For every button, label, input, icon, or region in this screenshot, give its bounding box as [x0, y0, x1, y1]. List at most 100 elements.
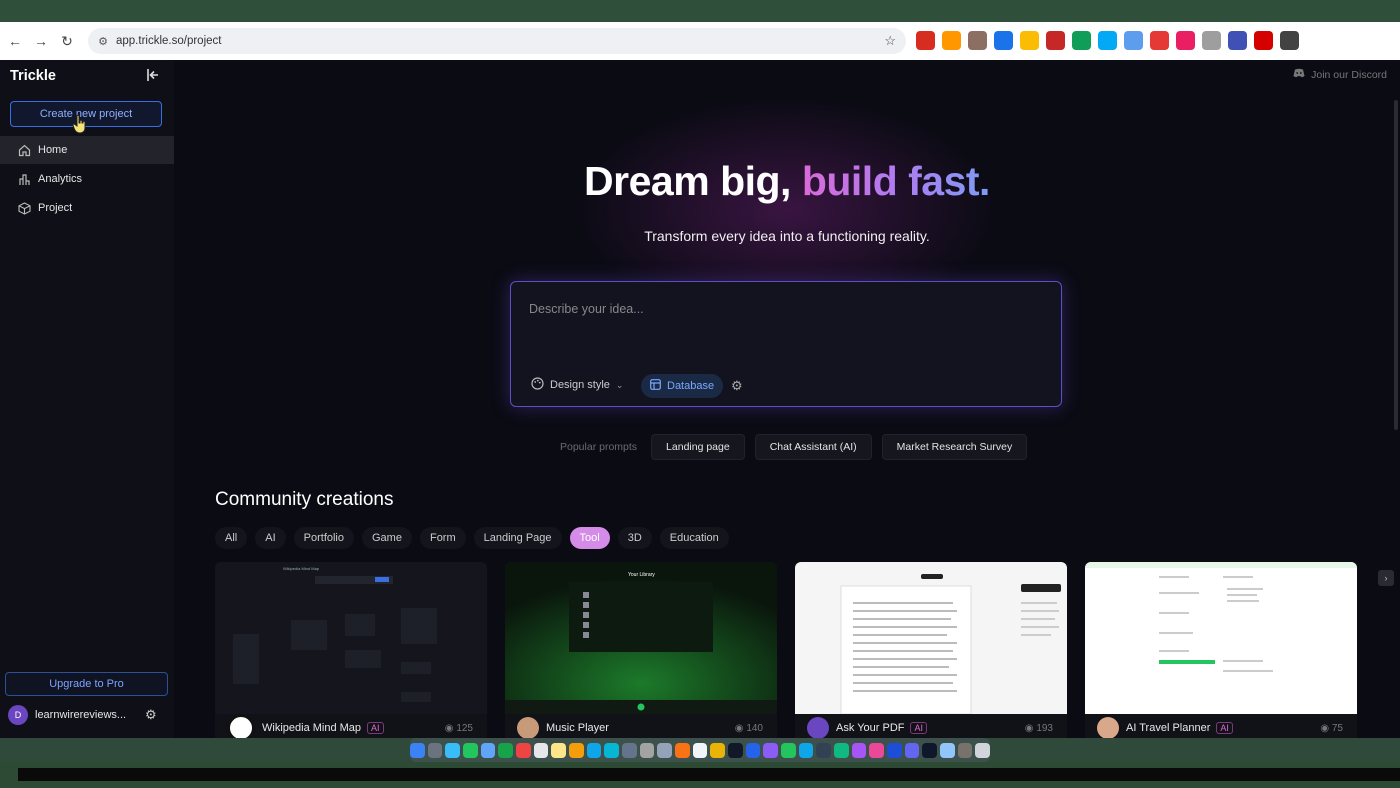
dock-app-29-icon[interactable] — [904, 742, 920, 758]
database-toggle[interactable]: Database — [641, 374, 724, 398]
site-info-icon[interactable]: ⚙ — [96, 34, 110, 48]
join-discord-link[interactable]: Join our Discord — [1293, 68, 1387, 81]
dock-app-16-icon[interactable] — [675, 742, 690, 758]
address-bar[interactable]: ⚙ app.trickle.so/project ☆ — [88, 28, 906, 54]
design-style-dropdown[interactable]: Design style ⌄ — [531, 377, 623, 393]
view-count-value: 193 — [1036, 723, 1053, 734]
dock-app-20-icon[interactable] — [745, 742, 761, 758]
bookmark-star-icon[interactable]: ☆ — [884, 33, 896, 49]
dock-app-10-icon[interactable] — [568, 742, 584, 758]
sidebar-item-label: Analytics — [38, 173, 83, 185]
extension-15-icon[interactable] — [1280, 31, 1299, 50]
extension-7-icon[interactable] — [1072, 31, 1091, 50]
dock-app-21-icon[interactable] — [763, 742, 779, 758]
card-name: Ask Your PDF — [836, 722, 905, 734]
filter-landing-page[interactable]: Landing Page — [473, 527, 562, 549]
extension-5-icon[interactable] — [1020, 31, 1039, 50]
extension-12-icon[interactable] — [1202, 31, 1221, 50]
forward-arrow-icon[interactable]: → — [28, 28, 54, 54]
dock-app-9-icon[interactable] — [551, 742, 566, 758]
prompt-chip[interactable]: Landing page — [651, 434, 745, 460]
user-profile[interactable]: D learnwirereviews... ⚙ — [8, 704, 168, 726]
creator-avatar — [227, 714, 255, 738]
dock-app-19-icon[interactable] — [728, 742, 743, 758]
card-meta: AI Travel Planner AI ◉ 75 — [1085, 714, 1357, 738]
url-text[interactable]: app.trickle.so/project — [116, 35, 221, 47]
filter-3d[interactable]: 3D — [617, 527, 652, 549]
dock-app-8-icon[interactable] — [533, 742, 549, 758]
collapse-sidebar-icon[interactable] — [146, 68, 160, 85]
dock-app-23-icon[interactable] — [798, 742, 814, 758]
idea-input[interactable] — [527, 296, 1041, 322]
settings-gear-icon[interactable]: ⚙ — [731, 378, 743, 394]
project-card-wikipedia-mind-map[interactable]: Wikipedia Mind Map Wikipedia Mind Map AI… — [215, 562, 487, 738]
dock-app-32-icon[interactable] — [957, 742, 973, 758]
discord-icon — [1293, 68, 1305, 81]
dock-app-30-icon[interactable] — [922, 742, 938, 758]
dock-app-27-icon[interactable] — [869, 742, 885, 758]
project-card-music-player[interactable]: Your Library Music Player ◉ 140 — [505, 562, 777, 738]
extension-14-icon[interactable] — [1254, 31, 1273, 50]
reload-icon[interactable]: ↻ — [54, 28, 80, 54]
sidebar-item-project[interactable]: Project — [0, 194, 174, 222]
idea-box[interactable]: Design style ⌄ Database ⚙ — [510, 281, 1062, 407]
extension-8-icon[interactable] — [1098, 31, 1117, 50]
avatar[interactable]: D — [8, 705, 28, 725]
extension-1-icon[interactable] — [916, 31, 935, 50]
filter-ai[interactable]: AI — [255, 527, 286, 549]
prompt-chip[interactable]: Market Research Survey — [881, 434, 1028, 460]
dock-app-6-icon[interactable] — [498, 742, 513, 758]
dock-app-2-icon[interactable] — [427, 742, 443, 758]
dock-app-15-icon[interactable] — [657, 742, 672, 758]
dock-app-18-icon[interactable] — [710, 742, 726, 758]
extension-10-icon[interactable] — [1150, 31, 1169, 50]
card-name: Wikipedia Mind Map — [262, 722, 362, 734]
extension-2-icon[interactable] — [942, 31, 961, 50]
back-arrow-icon[interactable]: ← — [2, 28, 28, 54]
dock-app-14-icon[interactable] — [639, 742, 655, 758]
prompt-chip[interactable]: Chat Assistant (AI) — [754, 434, 872, 460]
filter-tool[interactable]: Tool — [569, 527, 610, 549]
dock-app-3-icon[interactable] — [445, 742, 460, 758]
svg-text:Wikipedia Mind Map: Wikipedia Mind Map — [283, 566, 320, 571]
extension-9-icon[interactable] — [1124, 31, 1143, 50]
card-thumbnail: Wikipedia Mind Map — [215, 562, 487, 714]
database-icon — [650, 379, 661, 393]
dock-app-12-icon[interactable] — [604, 742, 619, 758]
dock-app-33-icon[interactable] — [975, 742, 991, 758]
dock-app-24-icon[interactable] — [816, 742, 832, 758]
project-card-ai-travel-planner[interactable]: AI Travel Planner AI ◉ 75 — [1085, 562, 1357, 738]
gear-icon[interactable]: ⚙ — [145, 707, 157, 723]
mouse-pointer-icon — [72, 114, 88, 134]
dock-app-22-icon[interactable] — [781, 742, 796, 758]
filter-education[interactable]: Education — [659, 527, 729, 549]
filter-game[interactable]: Game — [362, 527, 412, 549]
extension-4-icon[interactable] — [994, 31, 1013, 50]
dock-app-7-icon[interactable] — [515, 742, 531, 758]
dock-app-26-icon[interactable] — [851, 742, 867, 758]
extension-3-icon[interactable] — [968, 31, 987, 50]
brand-logo[interactable]: Trickle — [10, 68, 56, 84]
dock-app-17-icon[interactable] — [692, 742, 708, 758]
extension-11-icon[interactable] — [1176, 31, 1195, 50]
filter-all[interactable]: All — [215, 527, 248, 549]
carousel-next-icon[interactable]: › — [1378, 570, 1394, 586]
extension-6-icon[interactable] — [1046, 31, 1065, 50]
project-card-ask-your-pdf[interactable]: Ask Your PDF AI ◉ 193 — [795, 562, 1067, 738]
sidebar-item-analytics[interactable]: Analytics — [0, 165, 174, 193]
dock-app-11-icon[interactable] — [586, 742, 602, 758]
sidebar: Trickle Create new project Home Analytics… — [0, 60, 174, 738]
dock-app-4-icon[interactable] — [462, 742, 478, 758]
dock-app-25-icon[interactable] — [834, 742, 849, 758]
dock-app-5-icon[interactable] — [480, 742, 496, 758]
filter-portfolio[interactable]: Portfolio — [293, 527, 354, 549]
filter-form[interactable]: Form — [419, 527, 466, 549]
dock-app-13-icon[interactable] — [621, 742, 637, 758]
extension-13-icon[interactable] — [1228, 31, 1247, 50]
sidebar-item-home[interactable]: Home — [0, 136, 174, 164]
upgrade-to-pro-button[interactable]: Upgrade to Pro — [5, 672, 168, 696]
dock-app-28-icon[interactable] — [887, 742, 902, 758]
dock-app-1-icon[interactable] — [409, 742, 425, 758]
scrollbar[interactable] — [1394, 100, 1398, 430]
dock-app-31-icon[interactable] — [940, 742, 955, 758]
